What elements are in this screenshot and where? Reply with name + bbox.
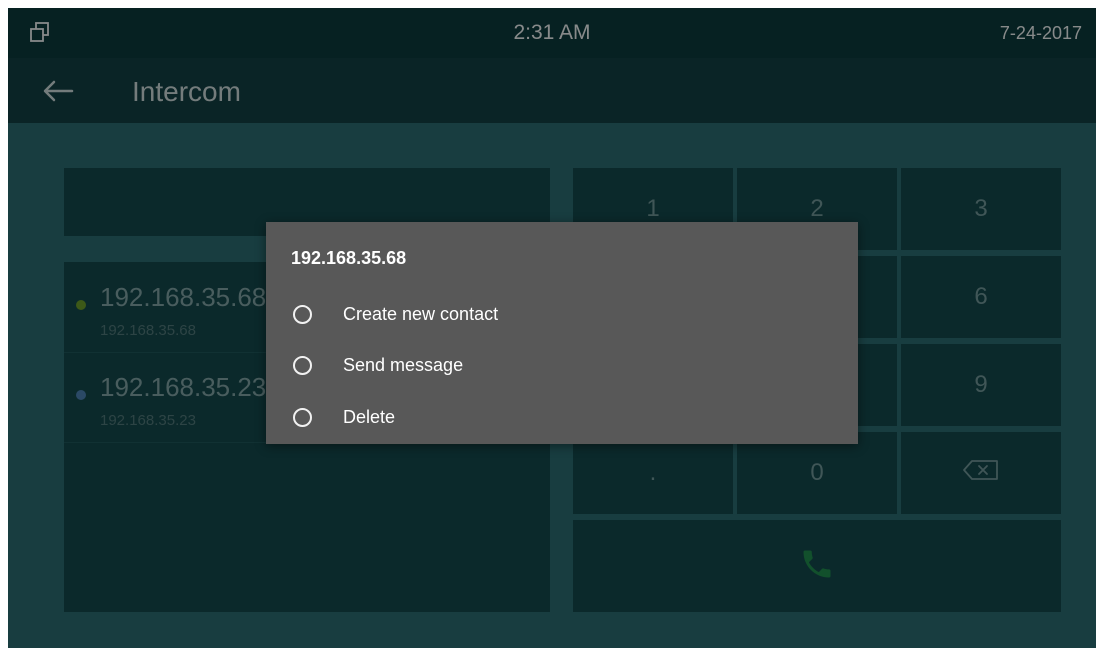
option-label: Send message <box>343 355 464 375</box>
contact-options-dialog: 192.168.35.68 Create new contact Send me… <box>266 222 858 444</box>
option-label: Delete <box>343 407 396 427</box>
option-send-message[interactable]: Send message <box>266 342 858 390</box>
dialog-title: 192.168.35.68 <box>291 248 407 268</box>
option-create-new-contact[interactable]: Create new contact <box>266 291 858 339</box>
radio-button[interactable] <box>293 356 312 375</box>
option-delete[interactable]: Delete <box>266 394 858 442</box>
radio-button[interactable] <box>293 408 312 427</box>
intercom-screen: 2:31 AM 7-24-2017 Intercom 192.168.35.68… <box>8 8 1096 648</box>
option-label: Create new contact <box>343 304 499 324</box>
radio-button[interactable] <box>293 305 312 324</box>
